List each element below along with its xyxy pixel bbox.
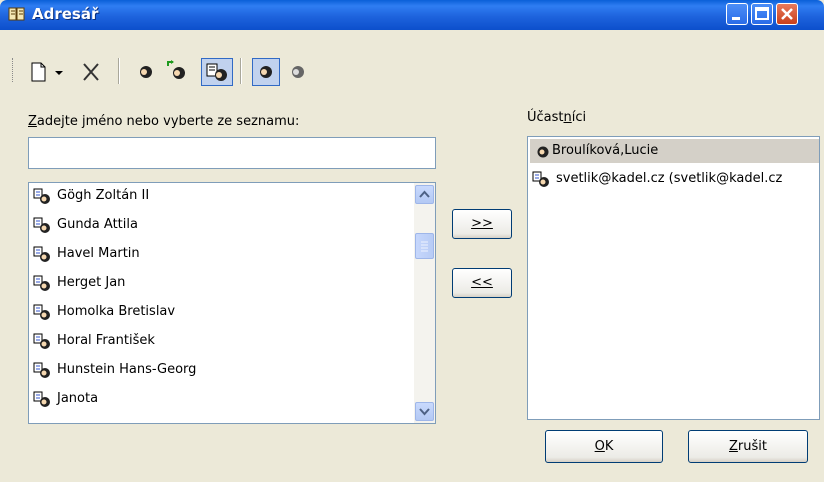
toolbar-separator <box>118 58 120 84</box>
scroll-down-button[interactable] <box>415 402 434 421</box>
minimize-icon <box>732 17 740 20</box>
maximize-icon <box>755 7 769 20</box>
remove-participant-button[interactable]: << <box>452 268 512 298</box>
contact-card-icon <box>33 274 51 292</box>
toolbar-separator-2 <box>240 58 242 84</box>
contact-properties-icon <box>140 66 152 78</box>
participants-list[interactable]: Broulíková,Lucie svetlik@kadel.cz (svetl… <box>527 136 820 420</box>
ok-button[interactable]: OK <box>545 430 663 463</box>
search-label: Zadejte jméno nebo vyberte ze seznamu: <box>28 114 300 129</box>
scroll-thumb[interactable] <box>415 233 434 259</box>
list-item-label: Hunstein Hans-Georg <box>57 362 197 377</box>
add-participant-button[interactable]: >> <box>452 209 512 239</box>
new-button[interactable] <box>28 58 50 86</box>
scroll-up-button[interactable] <box>415 185 434 204</box>
contact-card-icon <box>33 390 51 408</box>
list-item-label: Horal František <box>57 333 155 348</box>
chevron-down-icon <box>419 408 430 416</box>
single-contact-icon <box>260 66 272 78</box>
group-contact-button[interactable] <box>286 58 310 86</box>
address-book-icon <box>8 6 26 22</box>
search-input[interactable] <box>28 137 436 169</box>
contact-card-icon <box>33 303 51 321</box>
participants-label: Účastníci <box>527 110 587 125</box>
new-dropdown-button[interactable] <box>52 58 66 86</box>
new-contact-icon <box>167 60 185 79</box>
list-item-label: Gögh Zoltán II <box>57 188 150 203</box>
list-item-label: svetlik@kadel.cz (svetlik@kadel.cz <box>556 171 783 186</box>
list-item-label: Broulíková,Lucie <box>552 143 659 158</box>
contact-card-icon <box>33 245 51 263</box>
list-item[interactable]: Broulíková,Lucie <box>530 139 819 163</box>
new-contact-button[interactable] <box>164 58 190 86</box>
contact-list-icon <box>206 63 227 81</box>
contact-card-icon <box>33 216 51 234</box>
new-document-icon <box>31 62 46 82</box>
list-item-label: Havel Martin <box>57 246 140 261</box>
delete-icon <box>83 63 99 81</box>
list-item-label: Janota <box>57 391 99 406</box>
list-item-label: Gunda Attila <box>57 217 138 232</box>
contact-list-button[interactable] <box>201 58 233 86</box>
properties-button[interactable] <box>134 58 158 86</box>
dropdown-arrow-icon <box>55 71 63 75</box>
close-button[interactable] <box>776 3 798 25</box>
contact-icon <box>536 143 550 168</box>
chevron-up-icon <box>419 190 430 198</box>
contact-card-icon <box>33 187 51 205</box>
contact-gray-icon <box>292 66 304 78</box>
contact-card-icon <box>33 332 51 350</box>
title-bar: Adresář <box>0 0 824 30</box>
close-icon <box>781 8 793 20</box>
list-item-label: Herget Jan <box>57 275 126 290</box>
contact-card-icon <box>33 361 51 379</box>
contact-card-icon <box>532 170 550 197</box>
minimize-button[interactable] <box>726 3 748 25</box>
toolbar-grip[interactable] <box>12 58 15 82</box>
contacts-scrollbar[interactable] <box>414 183 435 423</box>
delete-button[interactable] <box>80 58 102 86</box>
window-title: Adresář <box>32 5 99 23</box>
list-item-label: Homolka Bretislav <box>57 304 176 319</box>
single-contact-button[interactable] <box>252 58 280 86</box>
contacts-list[interactable]: Gögh Zoltán II Gunda Attila Havel Martin… <box>28 182 436 424</box>
maximize-button[interactable] <box>751 3 773 25</box>
cancel-button[interactable]: Zrušit <box>688 430 808 463</box>
